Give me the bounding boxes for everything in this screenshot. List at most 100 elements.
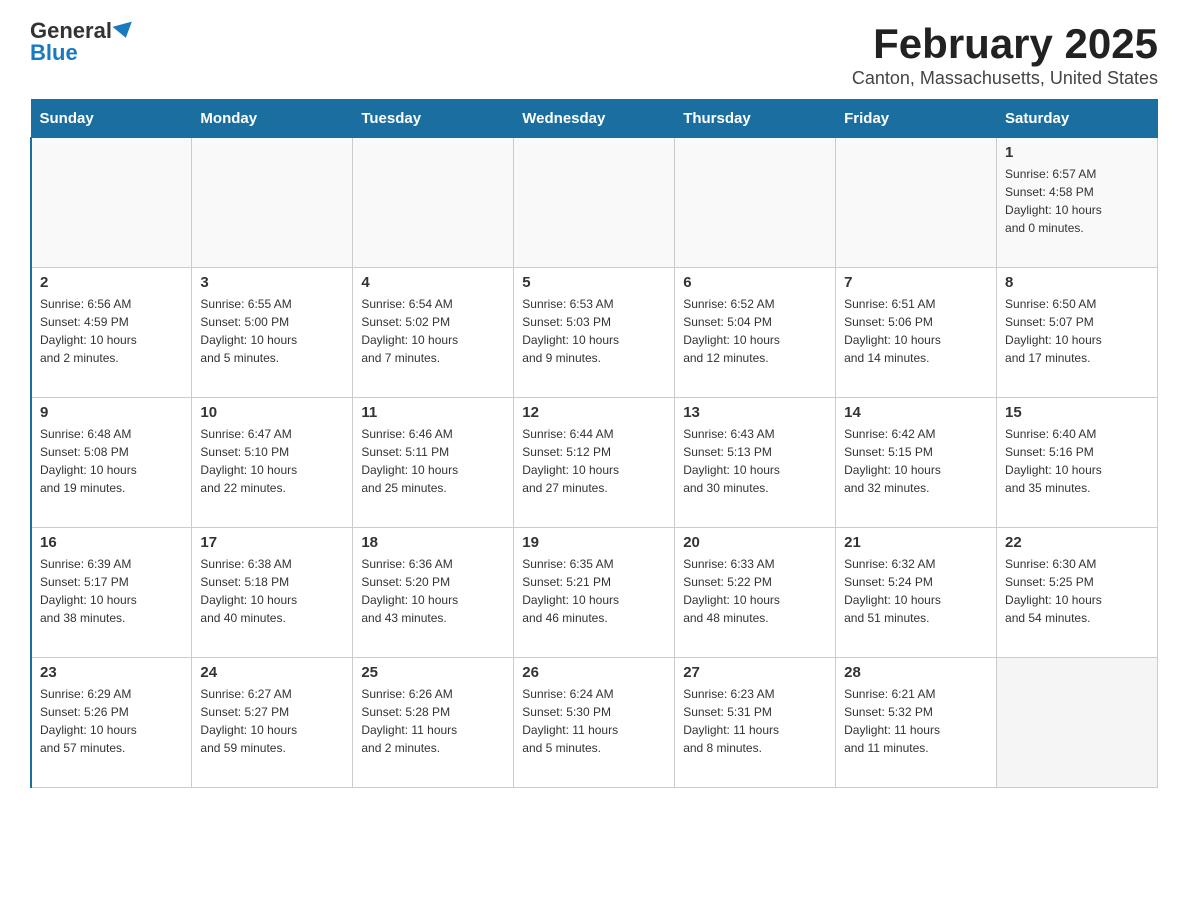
header-cell-thursday: Thursday <box>675 100 836 138</box>
header-cell-wednesday: Wednesday <box>514 100 675 138</box>
day-info: Sunrise: 6:44 AM Sunset: 5:12 PM Dayligh… <box>522 425 666 497</box>
day-info: Sunrise: 6:43 AM Sunset: 5:13 PM Dayligh… <box>683 425 827 497</box>
calendar-cell: 2Sunrise: 6:56 AM Sunset: 4:59 PM Daylig… <box>31 268 192 398</box>
calendar-cell: 25 Sunrise: 6:26 AM Sunset: 5:28 PM Dayli… <box>353 658 514 788</box>
day-number: 21 <box>844 534 988 551</box>
day-info: Sunrise: 6:54 AM Sunset: 5:02 PM Dayligh… <box>361 295 505 367</box>
logo: General Blue <box>30 20 134 64</box>
calendar-body: 1 Sunrise: 6:57 AM Sunset: 4:58 PM Daylig… <box>31 138 1158 788</box>
day-number: 24 <box>200 664 344 681</box>
calendar-cell: 9 Sunrise: 6:48 AM Sunset: 5:08 PM Daylig… <box>31 398 192 528</box>
day-info: Sunrise: 6:26 AM Sunset: 5:28 PM Dayligh… <box>361 685 505 757</box>
calendar-cell <box>997 658 1158 788</box>
day-info: Sunrise: 6:56 AM Sunset: 4:59 PM Dayligh… <box>40 295 183 367</box>
day-number: 28 <box>844 664 988 681</box>
page-header: General Blue February 2025 Canton, Massa… <box>30 20 1158 89</box>
day-number: 14 <box>844 404 988 421</box>
day-number: 16 <box>40 534 183 551</box>
calendar-cell: 5 Sunrise: 6:53 AM Sunset: 5:03 PM Daylig… <box>514 268 675 398</box>
day-number: 20 <box>683 534 827 551</box>
day-info: Sunrise: 6:51 AM Sunset: 5:06 PM Dayligh… <box>844 295 988 367</box>
day-info: Sunrise: 6:24 AM Sunset: 5:30 PM Dayligh… <box>522 685 666 757</box>
day-number: 12 <box>522 404 666 421</box>
day-info: Sunrise: 6:35 AM Sunset: 5:21 PM Dayligh… <box>522 555 666 627</box>
day-number: 9 <box>40 404 183 421</box>
day-info: Sunrise: 6:47 AM Sunset: 5:10 PM Dayligh… <box>200 425 344 497</box>
week-row-0: 1 Sunrise: 6:57 AM Sunset: 4:58 PM Daylig… <box>31 138 1158 268</box>
calendar-cell: 20 Sunrise: 6:33 AM Sunset: 5:22 PM Dayli… <box>675 528 836 658</box>
calendar-cell: 16 Sunrise: 6:39 AM Sunset: 5:17 PM Dayli… <box>31 528 192 658</box>
calendar-cell: 10 Sunrise: 6:47 AM Sunset: 5:10 PM Dayli… <box>192 398 353 528</box>
week-row-3: 16 Sunrise: 6:39 AM Sunset: 5:17 PM Dayli… <box>31 528 1158 658</box>
calendar-cell: 7 Sunrise: 6:51 AM Sunset: 5:06 PM Daylig… <box>836 268 997 398</box>
day-info: Sunrise: 6:21 AM Sunset: 5:32 PM Dayligh… <box>844 685 988 757</box>
calendar-cell <box>192 138 353 268</box>
calendar-cell: 14 Sunrise: 6:42 AM Sunset: 5:15 PM Dayli… <box>836 398 997 528</box>
calendar-cell <box>31 138 192 268</box>
calendar-cell: 19 Sunrise: 6:35 AM Sunset: 5:21 PM Dayli… <box>514 528 675 658</box>
calendar-cell: 27 Sunrise: 6:23 AM Sunset: 5:31 PM Dayli… <box>675 658 836 788</box>
calendar-cell: 26 Sunrise: 6:24 AM Sunset: 5:30 PM Dayli… <box>514 658 675 788</box>
day-number: 27 <box>683 664 827 681</box>
day-info: Sunrise: 6:57 AM Sunset: 4:58 PM Dayligh… <box>1005 165 1149 237</box>
day-info: Sunrise: 6:50 AM Sunset: 5:07 PM Dayligh… <box>1005 295 1149 367</box>
calendar-cell: 18Sunrise: 6:36 AM Sunset: 5:20 PM Dayli… <box>353 528 514 658</box>
calendar-header: SundayMondayTuesdayWednesdayThursdayFrid… <box>31 100 1158 138</box>
day-info: Sunrise: 6:42 AM Sunset: 5:15 PM Dayligh… <box>844 425 988 497</box>
calendar-cell: 23 Sunrise: 6:29 AM Sunset: 5:26 PM Dayli… <box>31 658 192 788</box>
calendar-cell: 21 Sunrise: 6:32 AM Sunset: 5:24 PM Dayli… <box>836 528 997 658</box>
title-area: February 2025 Canton, Massachusetts, Uni… <box>852 20 1158 89</box>
day-number: 3 <box>200 274 344 291</box>
week-row-4: 23 Sunrise: 6:29 AM Sunset: 5:26 PM Dayli… <box>31 658 1158 788</box>
calendar-cell: 4Sunrise: 6:54 AM Sunset: 5:02 PM Daylig… <box>353 268 514 398</box>
header-row: SundayMondayTuesdayWednesdayThursdayFrid… <box>31 100 1158 138</box>
calendar-cell: 1 Sunrise: 6:57 AM Sunset: 4:58 PM Daylig… <box>997 138 1158 268</box>
logo-triangle-icon <box>112 22 135 41</box>
day-info: Sunrise: 6:27 AM Sunset: 5:27 PM Dayligh… <box>200 685 344 757</box>
day-number: 18 <box>361 534 505 551</box>
day-number: 17 <box>200 534 344 551</box>
month-title: February 2025 <box>852 20 1158 68</box>
calendar-cell: 11 Sunrise: 6:46 AM Sunset: 5:11 PM Dayli… <box>353 398 514 528</box>
day-info: Sunrise: 6:32 AM Sunset: 5:24 PM Dayligh… <box>844 555 988 627</box>
day-info: Sunrise: 6:39 AM Sunset: 5:17 PM Dayligh… <box>40 555 183 627</box>
calendar-cell: 8 Sunrise: 6:50 AM Sunset: 5:07 PM Daylig… <box>997 268 1158 398</box>
calendar-cell: 15Sunrise: 6:40 AM Sunset: 5:16 PM Dayli… <box>997 398 1158 528</box>
day-number: 8 <box>1005 274 1149 291</box>
logo-general-text: General <box>30 20 112 42</box>
day-number: 19 <box>522 534 666 551</box>
calendar-cell <box>836 138 997 268</box>
logo-blue-text: Blue <box>30 42 78 64</box>
day-number: 25 <box>361 664 505 681</box>
calendar-cell <box>514 138 675 268</box>
day-info: Sunrise: 6:48 AM Sunset: 5:08 PM Dayligh… <box>40 425 183 497</box>
header-cell-saturday: Saturday <box>997 100 1158 138</box>
day-number: 13 <box>683 404 827 421</box>
day-info: Sunrise: 6:23 AM Sunset: 5:31 PM Dayligh… <box>683 685 827 757</box>
calendar-cell <box>675 138 836 268</box>
day-number: 15 <box>1005 404 1149 421</box>
day-number: 11 <box>361 404 505 421</box>
calendar-cell: 28 Sunrise: 6:21 AM Sunset: 5:32 PM Dayli… <box>836 658 997 788</box>
calendar-cell: 22 Sunrise: 6:30 AM Sunset: 5:25 PM Dayli… <box>997 528 1158 658</box>
day-number: 23 <box>40 664 183 681</box>
calendar-cell: 6Sunrise: 6:52 AM Sunset: 5:04 PM Daylig… <box>675 268 836 398</box>
day-number: 1 <box>1005 144 1149 161</box>
day-info: Sunrise: 6:52 AM Sunset: 5:04 PM Dayligh… <box>683 295 827 367</box>
day-info: Sunrise: 6:33 AM Sunset: 5:22 PM Dayligh… <box>683 555 827 627</box>
calendar-cell: 17Sunrise: 6:38 AM Sunset: 5:18 PM Dayli… <box>192 528 353 658</box>
day-number: 7 <box>844 274 988 291</box>
day-info: Sunrise: 6:53 AM Sunset: 5:03 PM Dayligh… <box>522 295 666 367</box>
calendar-table: SundayMondayTuesdayWednesdayThursdayFrid… <box>30 99 1158 788</box>
day-number: 22 <box>1005 534 1149 551</box>
day-info: Sunrise: 6:29 AM Sunset: 5:26 PM Dayligh… <box>40 685 183 757</box>
day-number: 5 <box>522 274 666 291</box>
day-number: 10 <box>200 404 344 421</box>
day-info: Sunrise: 6:30 AM Sunset: 5:25 PM Dayligh… <box>1005 555 1149 627</box>
day-number: 26 <box>522 664 666 681</box>
day-info: Sunrise: 6:46 AM Sunset: 5:11 PM Dayligh… <box>361 425 505 497</box>
calendar-cell <box>353 138 514 268</box>
header-cell-monday: Monday <box>192 100 353 138</box>
header-cell-tuesday: Tuesday <box>353 100 514 138</box>
location-text: Canton, Massachusetts, United States <box>852 68 1158 89</box>
